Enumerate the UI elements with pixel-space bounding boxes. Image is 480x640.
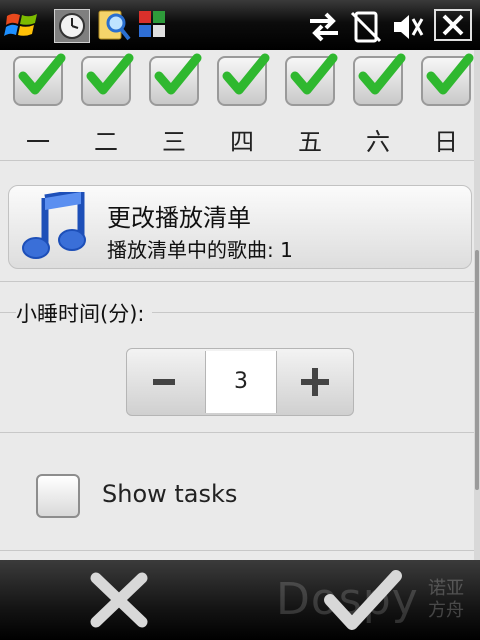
weekday-checkbox[interactable] [13,53,66,106]
status-bar [0,0,480,50]
weekday-label: 五 [298,128,322,156]
weekday-checkbox[interactable] [149,53,202,106]
weekday-label: 四 [230,128,254,156]
ok-button[interactable] [322,570,402,632]
no-signal-icon[interactable] [348,9,384,45]
divider [0,432,474,433]
weekday-item: 日 [418,53,474,156]
divider [0,281,474,282]
playlist-song-count: 播放清单中的歌曲: 1 [107,238,293,262]
divider [0,550,474,551]
speaker-muted-icon[interactable] [390,9,426,45]
decrement-button[interactable] [127,349,203,415]
checkmark-icon [358,53,406,95]
snooze-stepper: 3 [126,348,354,416]
weekday-label: 二 [94,128,118,156]
weekday-label: 三 [162,128,186,156]
weekday-label: 一 [26,128,50,156]
weekday-checkbox[interactable] [421,53,474,106]
change-playlist-button[interactable]: 更改播放清单 播放清单中的歌曲: 1 [8,185,472,269]
show-tasks-label: Show tasks [102,480,238,508]
weekday-item: 三 [146,53,202,156]
weekday-label: 六 [366,128,390,156]
softkey-bar: Dospy 诺亚 方舟 [0,560,480,640]
show-tasks-checkbox[interactable] [36,474,80,518]
weekday-item: 一 [10,53,66,156]
checkmark-icon [18,53,66,95]
scrollbar[interactable] [474,50,480,560]
weekday-item: 四 [214,53,270,156]
snooze-value-field[interactable]: 3 [205,351,277,413]
checkmark-icon [154,53,202,95]
search-icon[interactable] [96,7,132,43]
weekday-checkbox[interactable] [217,53,270,106]
weekday-checkbox[interactable] [81,53,134,106]
close-button[interactable] [434,9,472,41]
playlist-title: 更改播放清单 [107,204,251,232]
music-note-icon [22,192,86,259]
watermark-cn-line: 方舟 [428,600,464,621]
cancel-x-icon [90,572,148,628]
cancel-button[interactable] [86,570,152,630]
clock-icon[interactable] [54,9,90,43]
snooze-label: 小睡时间(分): [16,298,153,328]
watermark-cn: 诺亚 方舟 [428,578,474,622]
weekday-checkbox[interactable] [353,53,406,106]
close-icon [442,14,464,36]
checkmark-icon [222,53,270,95]
windows-start-icon[interactable] [4,7,40,43]
alarm-settings-content: 一 二 三 四 五 六 日 更改播放清单 播放清单中的歌曲: 1 小睡时间(分): 3 Sh… [0,50,474,560]
scrollbar-thumb[interactable] [475,250,479,490]
sync-arrows-icon[interactable] [306,9,342,45]
checkmark-icon [86,53,134,95]
weekday-item: 五 [282,53,338,156]
watermark-cn-line: 诺亚 [428,578,464,599]
divider [0,160,474,161]
weekday-checkbox[interactable] [285,53,338,106]
weekday-item: 二 [78,53,134,156]
checkmark-icon [290,53,338,95]
increment-button[interactable] [277,349,353,415]
ok-check-icon [324,570,402,630]
weekday-label: 日 [434,128,458,156]
weekday-item: 六 [350,53,406,156]
checkmark-icon [426,53,474,95]
tiles-icon[interactable] [138,10,166,38]
